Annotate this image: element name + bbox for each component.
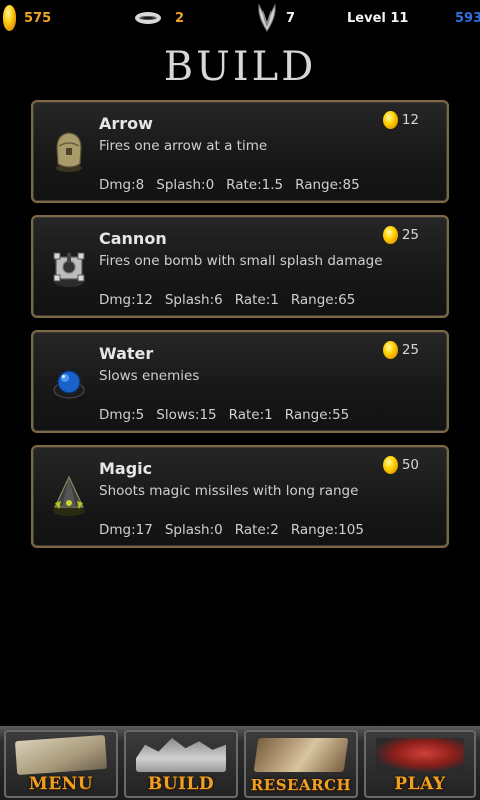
tower-description: Fires one bomb with small splash damage: [99, 253, 383, 269]
tower-card-arrow[interactable]: Arrow Fires one arrow at a time Dmg:8 Spl…: [31, 100, 449, 203]
gold-value: 575: [24, 10, 52, 26]
stat-splash: Splash:0: [156, 177, 215, 193]
tower-stats: Dmg:5 Slows:15 Rate:1 Range:55: [99, 407, 361, 423]
tower-stats: Dmg:8 Splash:0 Rate:1.5 Range:85: [99, 177, 372, 193]
wings-counter: 7: [256, 0, 295, 36]
tower-stats: Dmg:12 Splash:6 Rate:1 Range:65: [99, 292, 367, 308]
status-bar: 575 2 7 Level 11 593: [0, 0, 480, 36]
scroll-map-icon: [14, 734, 108, 776]
tower-description: Fires one arrow at a time: [99, 138, 268, 154]
tower-description: Slows enemies: [99, 368, 200, 384]
menu-label: MENU: [28, 774, 94, 794]
stat-rate: Rate:1: [228, 407, 273, 423]
tower-card-water[interactable]: Water Slows enemies Dmg:5 Slows:15 Rate:1 R…: [31, 330, 449, 433]
page-title: BUILD: [163, 44, 317, 90]
stat-rate: Rate:1.5: [226, 177, 284, 193]
cost-value: 25: [401, 342, 419, 358]
stat-splash: Splash:6: [164, 292, 223, 308]
stat-damage: Dmg:12: [99, 292, 153, 308]
stat-damage: Dmg:8: [99, 177, 145, 193]
build-label: BUILD: [147, 774, 215, 794]
menu-button[interactable]: MENU: [4, 730, 118, 798]
stat-damage: Dmg:17: [99, 522, 153, 538]
gold-icon: [3, 5, 16, 31]
tower-name: Water: [99, 344, 154, 363]
arrow-tower-icon: [56, 132, 82, 172]
research-button[interactable]: RESEARCH: [244, 730, 358, 798]
bottom-nav: MENU BUILD RESEARCH PLAY: [0, 726, 480, 800]
tower-stats: Dmg:17 Splash:0 Rate:2 Range:105: [99, 522, 376, 538]
research-label: RESEARCH: [250, 776, 352, 794]
stat-range: Range:55: [284, 407, 350, 423]
gold-coin-icon: [382, 226, 398, 244]
tower-cost: 25: [382, 226, 419, 244]
castle-blueprint-icon: [136, 738, 226, 772]
tower-name: Cannon: [99, 229, 167, 248]
water-tower-icon: [53, 370, 85, 399]
cost-value: 25: [401, 227, 419, 243]
stat-range: Range:105: [290, 522, 364, 538]
wings-value: 7: [286, 10, 296, 26]
tower-cost: 25: [382, 341, 419, 359]
stat-rate: Rate:2: [234, 522, 279, 538]
stat-range: Range:65: [290, 292, 356, 308]
tower-name: Arrow: [99, 114, 153, 133]
gold-coin-icon: [382, 456, 398, 474]
halo-value: 2: [175, 10, 185, 26]
stat-range: Range:85: [295, 177, 360, 193]
stat-splash: Splash:0: [164, 522, 223, 538]
build-button[interactable]: BUILD: [124, 730, 238, 798]
halo-counter: 2: [135, 0, 184, 36]
demon-icon: [376, 738, 464, 772]
tower-name: Magic: [99, 459, 153, 478]
book-icon: [253, 738, 349, 772]
wings-icon: [256, 3, 278, 33]
play-button[interactable]: PLAY: [364, 730, 476, 798]
gold-coin-icon: [382, 111, 398, 129]
cost-value: 50: [401, 457, 419, 473]
tower-card-magic[interactable]: Magic Shoots magic missiles with long ra…: [31, 445, 449, 548]
play-label: PLAY: [394, 774, 446, 794]
tower-cost: 12: [382, 111, 419, 129]
level-label: Level 11: [347, 10, 409, 26]
stat-slows: Slows:15: [156, 407, 217, 423]
cost-value: 12: [401, 112, 419, 128]
stat-damage: Dmg:5: [99, 407, 145, 423]
score-value: 593: [455, 10, 480, 26]
gold-counter: 575: [3, 0, 51, 36]
cannon-tower-icon: [53, 252, 85, 287]
tower-cost: 50: [382, 456, 419, 474]
tower-card-cannon[interactable]: Cannon Fires one bomb with small splash …: [31, 215, 449, 318]
magic-tower-icon: [53, 475, 85, 516]
gold-coin-icon: [382, 341, 398, 359]
stat-rate: Rate:1: [234, 292, 279, 308]
tower-description: Shoots magic missiles with long range: [99, 483, 359, 499]
halo-icon: [135, 12, 161, 24]
